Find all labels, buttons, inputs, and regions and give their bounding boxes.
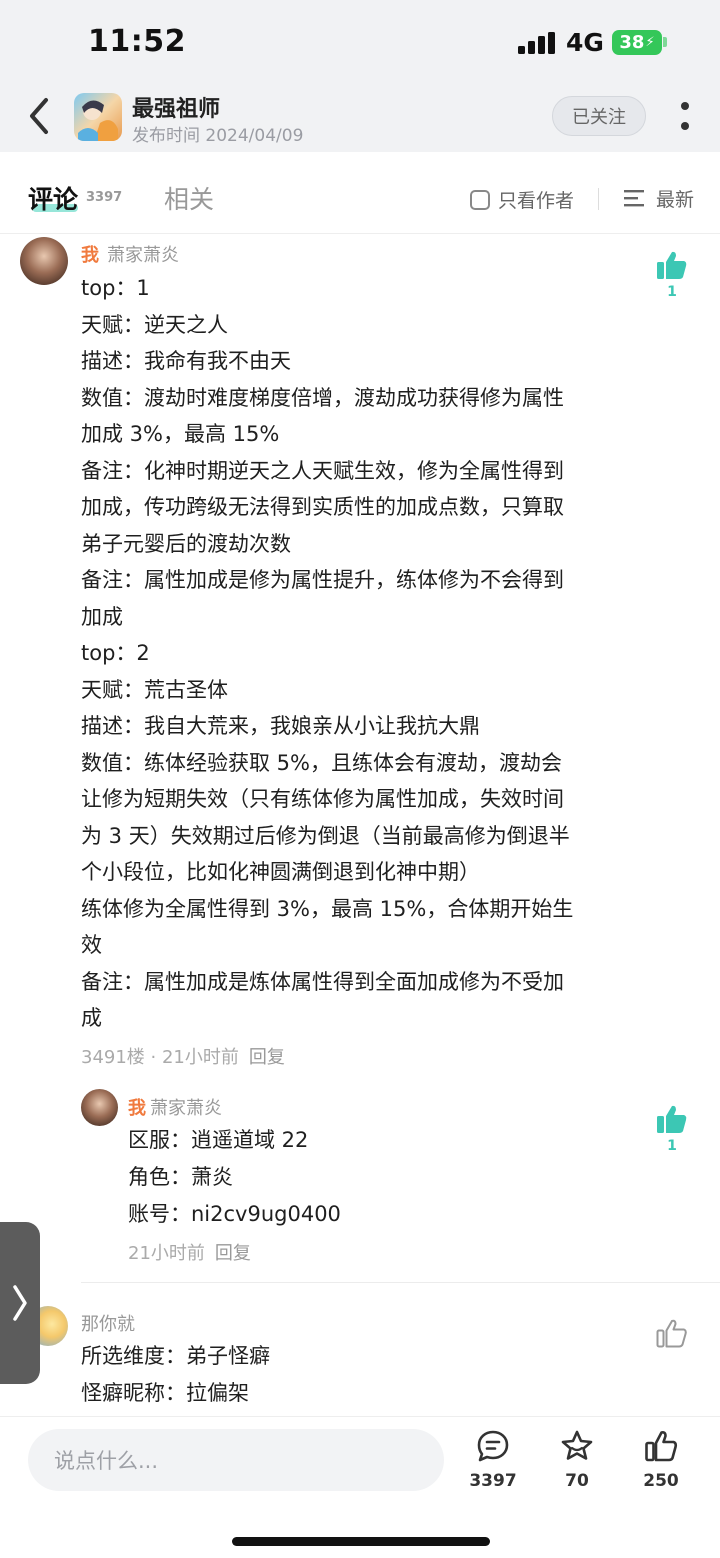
thumbs-up-icon xyxy=(645,1431,678,1462)
favorite-button[interactable]: 70 xyxy=(542,1429,612,1491)
comment-body: 所选维度：弟子怪癖 怪癖昵称：拉偏架 xyxy=(81,1338,270,1412)
like-count: 1 xyxy=(667,1138,677,1154)
reply-line: 区服：逍遥道域 22 xyxy=(128,1128,309,1152)
signal-icon xyxy=(518,32,556,54)
comment-line: 数值：练体经验获取 5%，且练体会有渡劫，渡劫会 xyxy=(81,750,562,775)
me-tag: 我 xyxy=(128,1098,146,1119)
comment-line: 怪癖昵称：拉偏架 xyxy=(81,1381,249,1405)
comment-count: 3397 xyxy=(86,190,123,205)
tab-bar: 评论 3397 相关 只看作者 最新 xyxy=(0,152,720,234)
comment-line: 为 3 天）失效期过后修为倒退（当前最高修为倒退半 xyxy=(81,823,570,848)
checkbox-icon[interactable] xyxy=(470,189,490,210)
reply-line: 角色：萧炎 xyxy=(128,1165,233,1189)
comment-line: 让修为短期失效（只有练体修为属性加成，失效时间 xyxy=(81,787,564,811)
likes-count: 250 xyxy=(643,1471,679,1491)
comment-line: 个小段位，比如化神圆满倒退到化神中期） xyxy=(81,860,480,884)
comment-line: 数值：渡劫时难度梯度倍增，渡劫成功获得修为属性 xyxy=(81,385,564,410)
reply-button[interactable]: 回复 xyxy=(249,1047,285,1068)
battery-icon: 38 ⚡ xyxy=(612,30,662,55)
sort-icon xyxy=(624,189,644,206)
reply-body: 区服：逍遥道域 22 角色：萧炎 账号：ni2cv9ug0400 xyxy=(128,1122,341,1233)
follow-button[interactable]: 已关注 xyxy=(552,96,646,136)
username: 萧家萧炎 xyxy=(150,1098,222,1119)
battery-tip xyxy=(663,37,667,47)
comment-line: 描述：我命有我不由天 xyxy=(81,349,291,373)
favorites-count: 70 xyxy=(565,1471,589,1491)
like-button[interactable]: 1 xyxy=(652,250,692,300)
comment-line: 天赋：逆天之人 xyxy=(81,312,228,337)
more-button[interactable] xyxy=(678,100,692,132)
back-arrow-icon xyxy=(30,98,48,134)
input-placeholder: 说点什么... xyxy=(54,1449,159,1473)
game-title: 最强祖师 xyxy=(132,97,221,122)
comments-button[interactable]: 3397 xyxy=(458,1429,528,1491)
thumbs-up-icon xyxy=(657,251,687,279)
home-indicator xyxy=(232,1537,490,1546)
comment-author[interactable]: 那你就 xyxy=(81,1310,135,1336)
tab-related[interactable]: 相关 xyxy=(164,180,214,216)
more-dot xyxy=(681,122,689,130)
comment-line: 天赋：荒古圣体 xyxy=(81,677,228,702)
reply-button[interactable]: 回复 xyxy=(215,1243,251,1264)
reply-line: 账号：ni2cv9ug0400 xyxy=(128,1202,341,1226)
divider xyxy=(81,1282,720,1283)
like-post-button[interactable]: 250 xyxy=(626,1429,696,1491)
back-button[interactable] xyxy=(24,96,58,136)
comment-line: 备注：属性加成是修为属性提升，练体修为不会得到 xyxy=(81,568,564,592)
comment-line: 备注：化神时期逆天之人天赋生效，修为全属性得到 xyxy=(81,458,564,483)
me-tag: 我 xyxy=(81,245,99,266)
like-button[interactable] xyxy=(652,1318,692,1352)
thumbs-up-icon xyxy=(657,1105,687,1133)
thumbs-up-icon xyxy=(656,1319,687,1348)
chevron-right-icon xyxy=(13,1285,27,1321)
side-drawer-handle[interactable] xyxy=(0,1222,40,1384)
comment-line: 加成，传功跨级无法得到实质性的加成点数，只算取 xyxy=(81,495,564,519)
comment-body: top：1 天赋：逆天之人 描述：我命有我不由天 数值：渡劫时难度梯度倍增，渡劫… xyxy=(81,270,646,1037)
network-label: 4G xyxy=(566,28,604,57)
comment-input[interactable]: 说点什么... xyxy=(28,1429,444,1491)
battery-level: 38 xyxy=(619,32,645,53)
comment-line: 效 xyxy=(81,933,102,957)
status-time: 11:52 xyxy=(88,24,186,59)
tab-comments[interactable]: 评论 xyxy=(28,180,78,216)
tab-separator xyxy=(598,188,599,210)
comment-line: 所选维度：弟子怪癖 xyxy=(81,1344,270,1368)
game-avatar[interactable] xyxy=(74,93,122,141)
star-icon xyxy=(561,1430,593,1460)
author-only-label: 只看作者 xyxy=(498,190,575,212)
comment-line: 描述：我自大荒来，我娘亲从小让我抗大鼎 xyxy=(81,714,480,738)
game-logo-icon xyxy=(78,100,118,141)
sort-button[interactable]: 最新 xyxy=(624,185,694,212)
username: 那你就 xyxy=(81,1314,135,1335)
reply-time: 21小时前 xyxy=(128,1243,205,1264)
comment-line: 备注：属性加成是炼体属性得到全面加成修为不受加 xyxy=(81,969,564,994)
username: 萧家萧炎 xyxy=(107,245,179,266)
comment-author[interactable]: 我萧家萧炎 xyxy=(81,241,179,267)
author-only-toggle[interactable]: 只看作者 xyxy=(470,186,574,213)
reply-author[interactable]: 我萧家萧炎 xyxy=(128,1094,222,1120)
comment-line: top：2 xyxy=(81,641,150,665)
comment-meta: 3491楼 · 21小时前 回复 xyxy=(81,1043,285,1069)
comment-line: 弟子元婴后的渡劫次数 xyxy=(81,531,291,556)
floor-time: 3491楼 · 21小时前 xyxy=(81,1047,239,1068)
avatar[interactable] xyxy=(81,1089,118,1126)
comment-line: 练体修为全属性得到 3%，最高 15%，合体期开始生 xyxy=(81,896,574,921)
comment-line: 加成 3%，最高 15% xyxy=(81,422,280,446)
more-dots-icon xyxy=(681,102,689,110)
comment-line: top：1 xyxy=(81,276,150,300)
like-button[interactable]: 1 xyxy=(652,1104,692,1154)
comment-line: 加成 xyxy=(81,604,123,629)
reply-meta: 21小时前 回复 xyxy=(128,1239,251,1265)
sort-label: 最新 xyxy=(656,189,695,211)
comment-icon xyxy=(477,1430,509,1462)
comment-line: 成 xyxy=(81,1006,102,1030)
like-count: 1 xyxy=(667,284,677,300)
publish-date: 发布时间 2024/04/09 xyxy=(132,126,304,146)
comments-count: 3397 xyxy=(469,1471,517,1491)
avatar[interactable] xyxy=(20,237,68,285)
bottom-bar: 说点什么... 3397 70 250 xyxy=(0,1416,720,1558)
